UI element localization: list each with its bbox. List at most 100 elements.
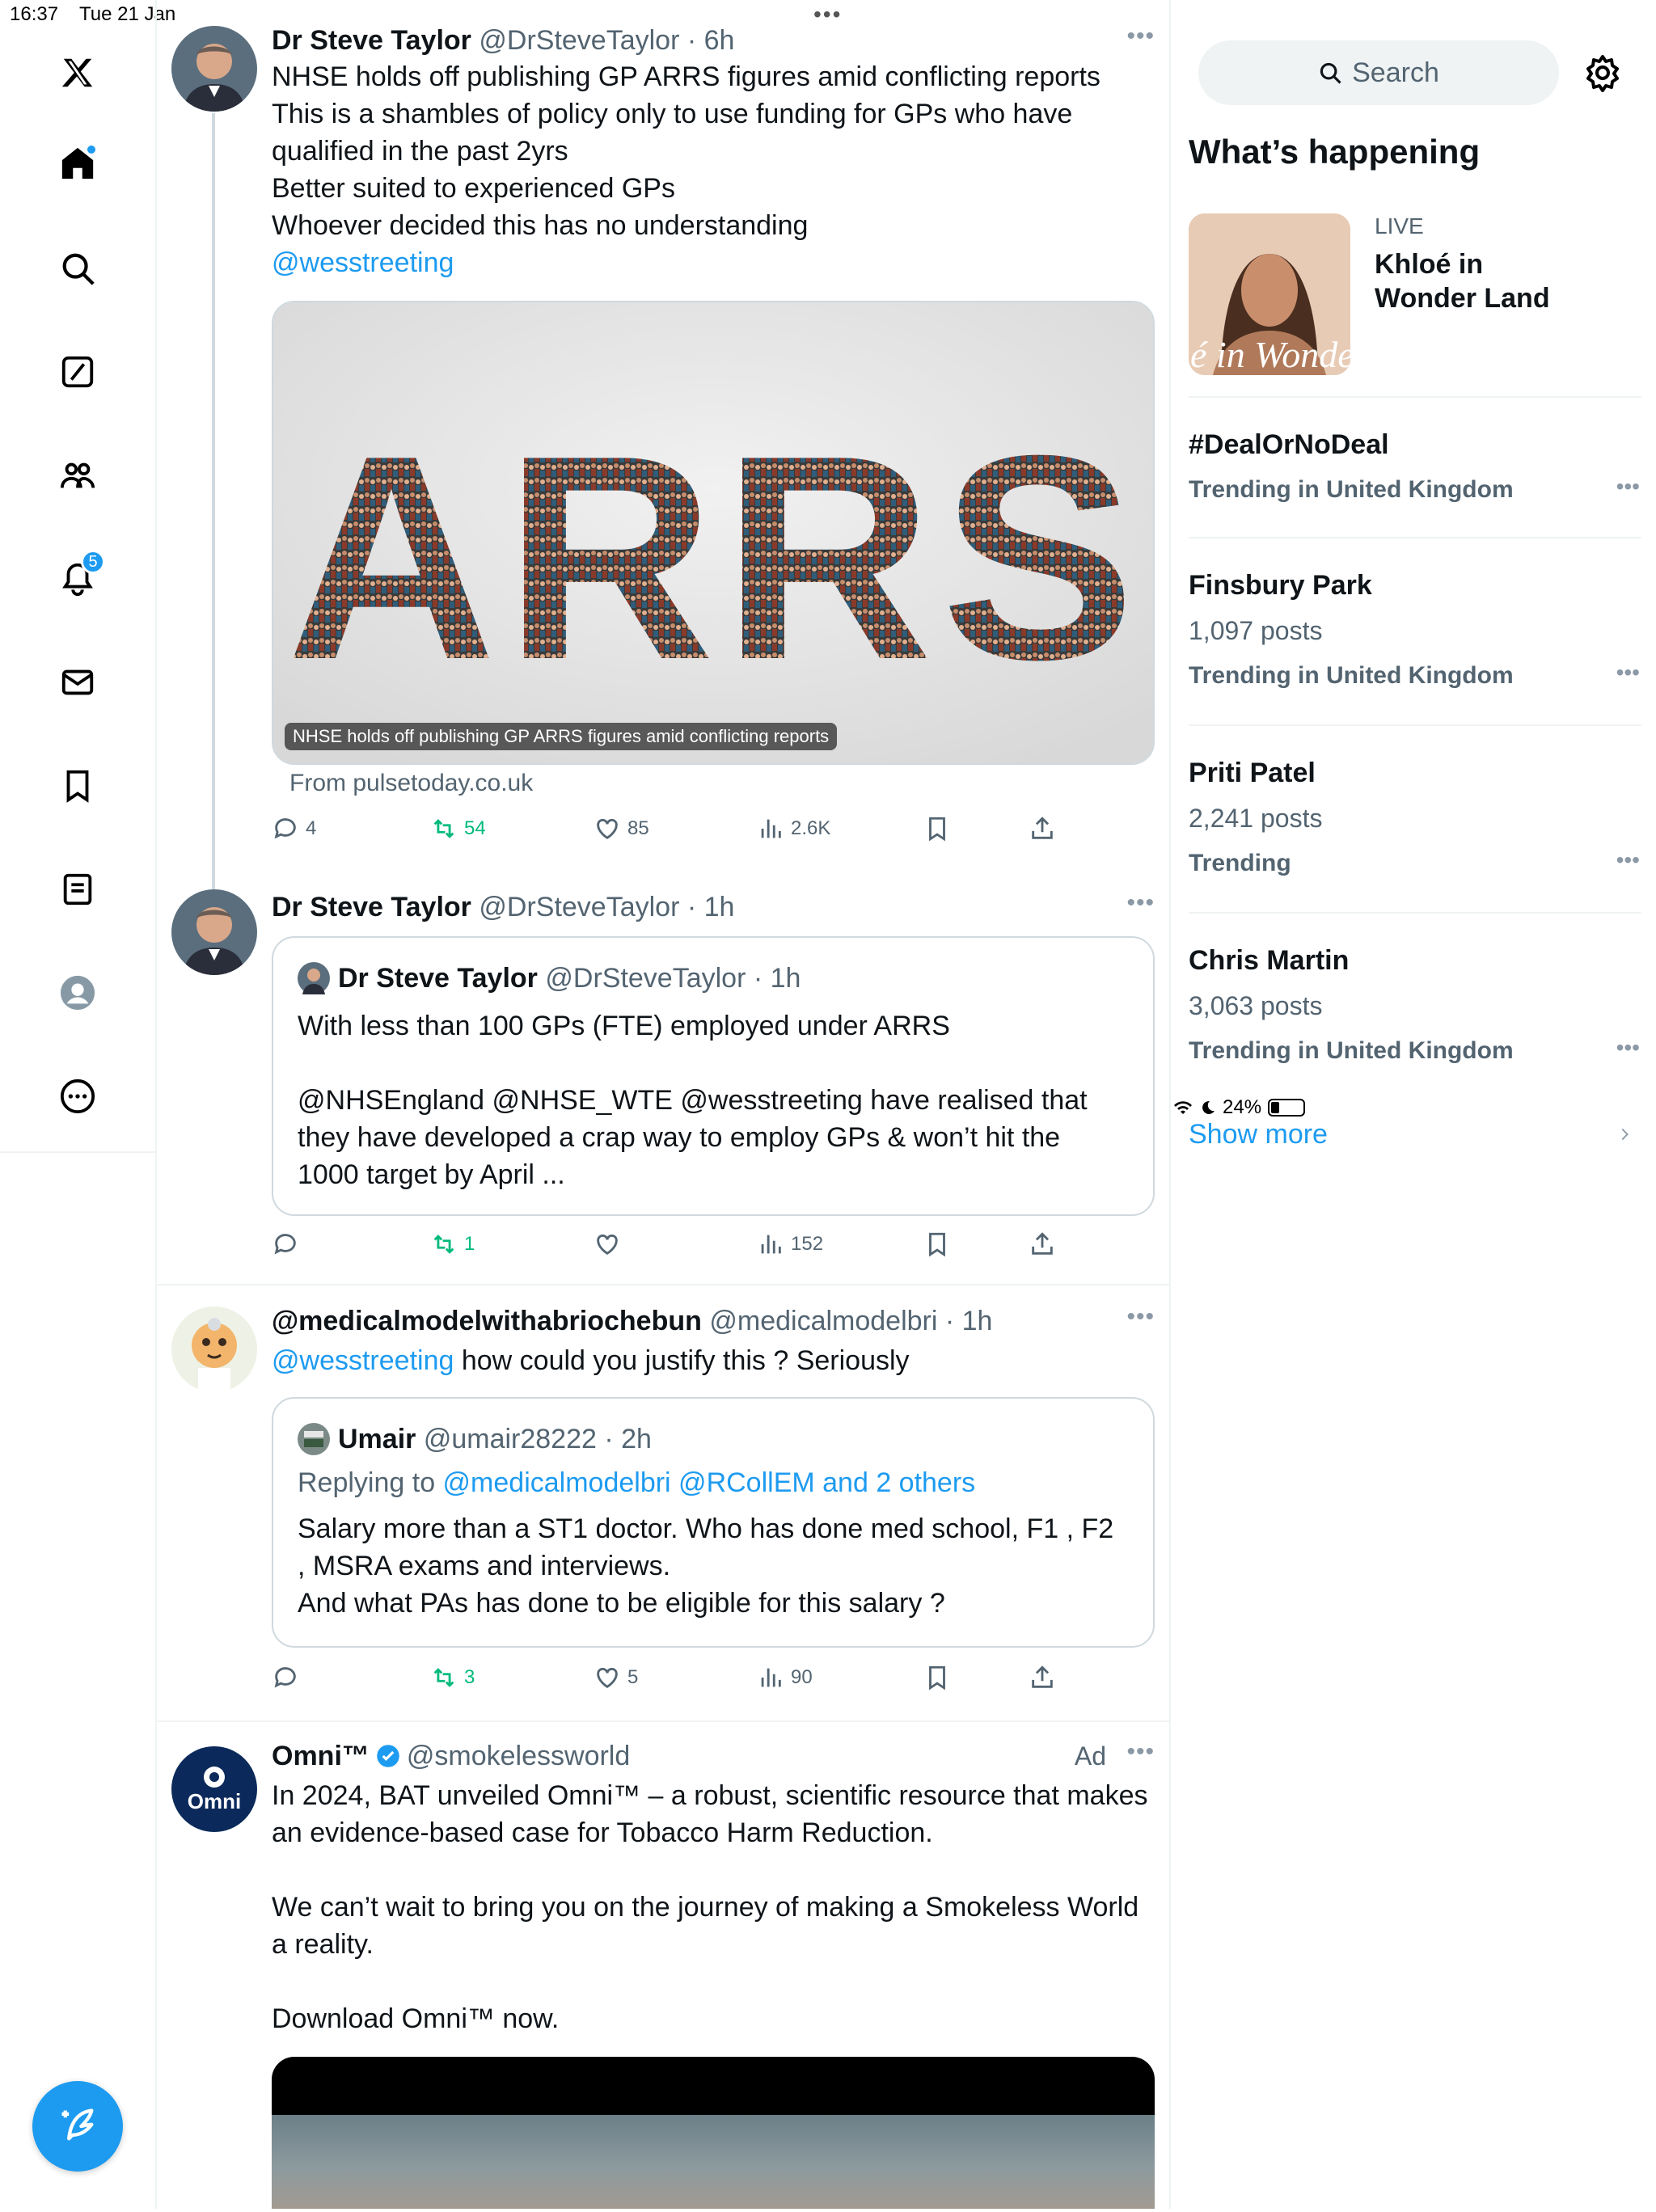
bookmark-button[interactable] <box>923 1231 951 1258</box>
chevron-right-icon <box>1621 1128 1629 1141</box>
settings-gear-icon[interactable] <box>1583 53 1622 92</box>
tweet-4-ad[interactable]: Omni Omni™ @smokelessworld Ad ••• In 202… <box>157 1738 1169 2209</box>
live-event-image[interactable]: é in Wonder l <box>1189 213 1350 375</box>
trend-item[interactable]: Priti Patel 2,241 posts Trending ••• <box>1189 755 1641 881</box>
messages-icon[interactable] <box>53 658 102 707</box>
home-icon[interactable] <box>53 139 102 188</box>
arrs-crowd-image: ARRS <box>273 302 1153 763</box>
bookmark-button[interactable] <box>923 1664 951 1691</box>
tweet-3[interactable]: @medicalmodelwithabriochebun @medicalmod… <box>157 1303 1169 1714</box>
quoted-author-name: Umair <box>338 1424 416 1454</box>
author-name[interactable]: @medicalmodelwithabriochebun <box>272 1306 702 1336</box>
quoted-text-line: With less than 100 GPs (FTE) employed un… <box>298 1011 950 1041</box>
trend-posts: 2,241 posts <box>1189 804 1323 833</box>
timeline-feed: Dr Steve Taylor @DrSteveTaylor · 6h ••• … <box>157 0 1171 2209</box>
quoted-avatar <box>298 1423 330 1455</box>
replying-to-links[interactable]: @medicalmodelbri @RCollEM and 2 others <box>443 1467 976 1498</box>
retweet-icon <box>433 819 454 838</box>
tweet-more-icon[interactable]: ••• <box>1126 1738 1155 1766</box>
retweet-button[interactable]: 1 <box>430 1231 475 1258</box>
trend-item[interactable]: #DealOrNoDeal Trending in United Kingdom… <box>1189 427 1641 508</box>
author-avatar[interactable] <box>171 1307 257 1392</box>
trend-divider <box>1189 912 1641 914</box>
link-card-image[interactable]: ARRS NHSE holds off publishing GP ARRS f… <box>272 301 1155 765</box>
tweet-text: @wesstreeting how could you justify this… <box>272 1342 1155 1379</box>
like-button[interactable]: 5 <box>594 1664 638 1691</box>
author-name[interactable]: Dr Steve Taylor <box>272 25 471 56</box>
trend-more-icon[interactable]: ••• <box>1616 847 1640 873</box>
lists-icon[interactable] <box>53 865 102 914</box>
tweet-2[interactable]: Dr Steve Taylor @DrSteveTaylor · 1h ••• … <box>157 889 1169 1284</box>
tweet-more-icon[interactable]: ••• <box>1126 23 1155 50</box>
communities-icon[interactable] <box>53 451 102 500</box>
tweet-more-icon[interactable]: ••• <box>1126 1303 1155 1331</box>
quoted-header: Umair @umair28222 · 2h <box>298 1421 652 1457</box>
quoted-text: Salary more than a ST1 doctor. Who has d… <box>298 1510 1129 1622</box>
share-button[interactable] <box>1029 815 1056 842</box>
tweet-line: Better suited to experienced GPs <box>272 173 675 204</box>
author-avatar[interactable] <box>171 26 257 112</box>
trend-item[interactable]: Chris Martin 3,063 posts Trending in Uni… <box>1189 943 1641 1069</box>
quoted-tweet[interactable]: Umair @umair28222 · 2h Replying to @medi… <box>272 1397 1155 1648</box>
author-avatar[interactable] <box>171 889 257 975</box>
reply-button[interactable]: 4 <box>272 815 316 842</box>
tweet-text-rest: how could you justify this ? Seriously <box>454 1345 910 1376</box>
retweet-count: 3 <box>464 1666 475 1688</box>
tweet-1[interactable]: Dr Steve Taylor @DrSteveTaylor · 6h ••• … <box>157 0 1169 889</box>
retweet-count: 1 <box>464 1233 475 1255</box>
search-input[interactable]: Search <box>1198 40 1559 105</box>
trend-more-icon[interactable]: ••• <box>1616 1035 1640 1061</box>
tweet-line: NHSE holds off publishing GP ARRS figure… <box>272 61 1100 92</box>
trend-divider <box>1189 537 1641 538</box>
retweet-button[interactable]: 54 <box>430 815 486 842</box>
notifications-icon[interactable]: 5 <box>53 550 105 603</box>
tweet-actions: 3 5 90 <box>272 1664 1155 1699</box>
like-count: 85 <box>627 817 649 839</box>
reply-button[interactable] <box>272 1664 299 1691</box>
reply-count: 4 <box>306 817 317 839</box>
retweet-icon <box>433 1235 454 1254</box>
more-options-icon[interactable] <box>53 1072 102 1121</box>
trend-more-icon[interactable]: ••• <box>1616 474 1640 500</box>
heart-icon <box>597 1234 618 1256</box>
search-icon[interactable] <box>53 244 102 293</box>
tweet-body: Dr Steve Taylor @DrSteveTaylor · 6h ••• … <box>272 23 1155 842</box>
author-name[interactable]: Dr Steve Taylor <box>272 892 471 922</box>
thread-line <box>212 113 215 889</box>
bookmarks-icon[interactable] <box>53 762 102 810</box>
trend-context: Trending <box>1189 850 1291 876</box>
mention-link[interactable]: @wesstreeting <box>272 244 1155 281</box>
trend-title: Finsbury Park <box>1189 570 1372 601</box>
x-logo-icon[interactable] <box>53 49 102 97</box>
mention-link[interactable]: @wesstreeting <box>272 1345 454 1376</box>
author-name[interactable]: Omni™ <box>272 1738 370 1774</box>
ad-media[interactable] <box>272 2057 1155 2209</box>
grok-icon[interactable] <box>53 348 102 396</box>
like-count: 5 <box>627 1666 639 1688</box>
share-button[interactable] <box>1029 1231 1056 1258</box>
compose-post-button[interactable] <box>32 2081 123 2172</box>
share-button[interactable] <box>1029 1664 1056 1691</box>
live-event-title[interactable]: Khloé in Wonder Land <box>1375 247 1585 315</box>
views-icon <box>761 819 781 838</box>
like-button[interactable]: 85 <box>594 815 649 842</box>
retweet-button[interactable]: 3 <box>430 1664 475 1691</box>
quoted-tweet[interactable]: Dr Steve Taylor @DrSteveTaylor · 1h With… <box>272 936 1155 1216</box>
bookmark-button[interactable] <box>923 815 951 842</box>
tweet-divider <box>157 1720 1169 1722</box>
card-source[interactable]: From pulsetoday.co.uk <box>289 770 533 797</box>
quoted-author-name: Dr Steve Taylor <box>338 963 538 994</box>
views-button[interactable]: 152 <box>757 1231 823 1258</box>
views-button[interactable]: 2.6K <box>757 815 830 842</box>
trend-more-icon[interactable]: ••• <box>1616 660 1640 686</box>
reply-button[interactable] <box>272 1231 299 1258</box>
views-button[interactable]: 90 <box>757 1664 813 1691</box>
retweet-count: 54 <box>464 817 486 839</box>
trend-item[interactable]: Finsbury Park 1,097 posts Trending in Un… <box>1189 568 1641 694</box>
show-more-link[interactable]: Show more <box>1189 1119 1328 1150</box>
like-button[interactable] <box>594 1231 621 1258</box>
tweet-more-icon[interactable]: ••• <box>1126 889 1155 917</box>
profile-avatar-icon[interactable] <box>53 969 102 1017</box>
author-avatar[interactable]: Omni <box>171 1746 257 1832</box>
quoted-text-line: Salary more than a ST1 doctor. Who has d… <box>298 1513 1114 1581</box>
